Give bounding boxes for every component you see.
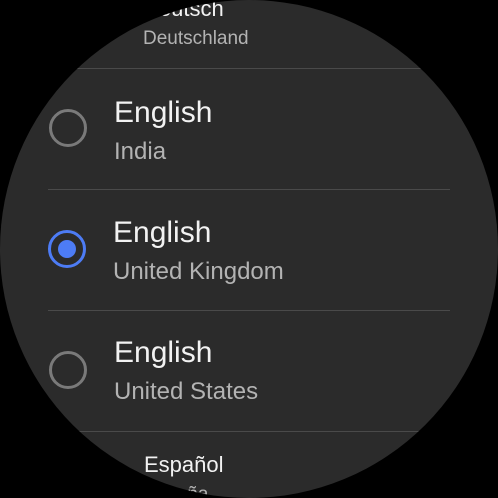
language-option-english-united-kingdom[interactable]: English United Kingdom (0, 190, 498, 310)
radio-unselected-icon (49, 351, 87, 389)
region-label: India (114, 138, 167, 165)
radio-unselected-icon (49, 109, 87, 147)
region-label: United States (114, 378, 259, 405)
language-label: Deutsch (143, 0, 224, 21)
radio-dot-icon (58, 240, 76, 258)
language-option-english-india[interactable]: English India (0, 69, 498, 189)
region-label: United Kingdom (113, 258, 284, 285)
language-label: Español (144, 452, 224, 477)
region-label: España (144, 484, 209, 498)
watch-screen: Deutsch Deutschland English India Englis… (0, 0, 498, 498)
language-label: English (113, 216, 212, 249)
radio-selected-icon (48, 230, 86, 268)
language-label: English (114, 96, 213, 129)
language-option-deutsch-deutschland[interactable]: Deutsch Deutschland (0, 0, 498, 68)
region-label: Deutschland (143, 28, 249, 49)
language-option-espanol-espana[interactable]: Español España (0, 432, 498, 498)
language-option-english-united-states[interactable]: English United States (0, 311, 498, 431)
language-label: English (114, 336, 213, 369)
